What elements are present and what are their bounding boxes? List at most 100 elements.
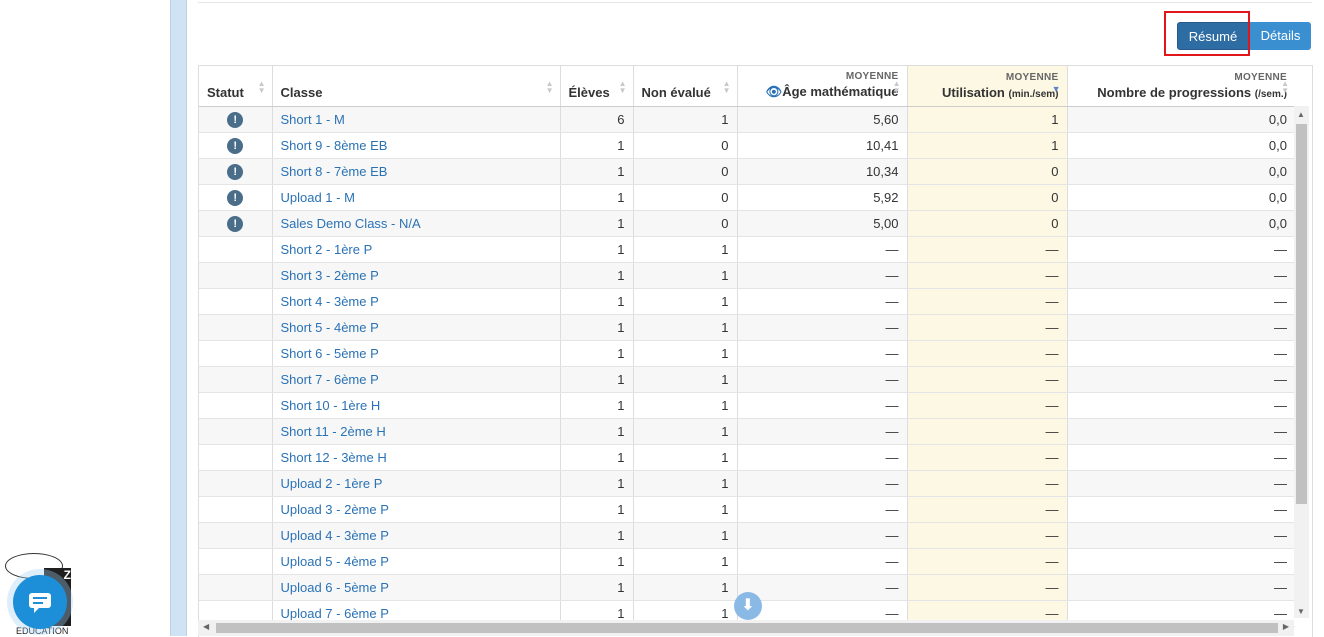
table-row[interactable]: Upload 2 - 1ère P 1 1— — — bbox=[199, 470, 1295, 497]
class-link[interactable]: Upload 2 - 1ère P bbox=[281, 476, 383, 491]
table-row[interactable]: ! Short 8 - 7ème EB 1 0 10,34 0 0,0 bbox=[199, 158, 1295, 185]
class-name-cell: Short 2 - 1ère P bbox=[272, 236, 561, 263]
column-header-age-mathematique[interactable]: MOYENNE 👁Âge mathématique ▲ ▼ bbox=[737, 66, 908, 107]
students-cell: 1 bbox=[560, 158, 634, 185]
table-row[interactable]: Short 7 - 6ème P 1 1— — — bbox=[199, 366, 1295, 393]
table-row[interactable]: Short 10 - 1ère H 1 1— — — bbox=[199, 392, 1295, 419]
usage-cell: — bbox=[907, 574, 1068, 601]
table-row[interactable]: Short 2 - 1ère P 1 1— — — bbox=[199, 236, 1295, 263]
details-button[interactable]: Détails bbox=[1250, 22, 1311, 50]
table-row[interactable]: Upload 3 - 2ème P 1 1— — — bbox=[199, 496, 1295, 523]
table-row[interactable]: Short 4 - 3ème P 1 1— — — bbox=[199, 288, 1295, 315]
class-link[interactable]: Sales Demo Class - N/A bbox=[281, 216, 421, 231]
column-header-statut[interactable]: Statut ▲ ▼ bbox=[199, 66, 273, 107]
not-evaluated-cell: 1 bbox=[633, 574, 738, 601]
class-link[interactable]: Upload 4 - 3ème P bbox=[281, 528, 389, 543]
sort-icon: ▲ ▼ bbox=[618, 79, 627, 95]
class-name-cell: Short 1 - M bbox=[272, 106, 561, 133]
class-link[interactable]: Short 4 - 3ème P bbox=[281, 294, 379, 309]
column-header-non-evalue[interactable]: Non évalué ▲ ▼ bbox=[633, 66, 738, 107]
table-row[interactable]: ! Short 1 - M 6 1 5,60 1 0,0 bbox=[199, 106, 1295, 133]
math-age-cell: — bbox=[737, 418, 908, 445]
math-age-cell: 5,00 bbox=[737, 210, 908, 237]
class-name-cell: Short 4 - 3ème P bbox=[272, 288, 561, 315]
status-cell bbox=[199, 314, 273, 341]
students-cell: 1 bbox=[560, 548, 634, 575]
sort-desc-icon: ▼ bbox=[1051, 84, 1061, 94]
table-row[interactable]: Upload 4 - 3ème P 1 1— — — bbox=[199, 522, 1295, 549]
class-name-cell: Short 10 - 1ère H bbox=[272, 392, 561, 419]
students-cell: 1 bbox=[560, 314, 634, 341]
class-link[interactable]: Short 1 - M bbox=[281, 112, 345, 127]
math-age-cell: — bbox=[737, 392, 908, 419]
math-age-cell: — bbox=[737, 340, 908, 367]
scroll-down-icon[interactable]: ▼ bbox=[1297, 607, 1305, 616]
status-cell: ! bbox=[199, 184, 273, 211]
horizontal-scrollbar[interactable]: ◀ ▶ bbox=[198, 620, 1294, 636]
students-cell: 1 bbox=[560, 444, 634, 471]
table-row[interactable]: Upload 5 - 4ème P 1 1— — — bbox=[199, 548, 1295, 575]
table-row[interactable]: Short 11 - 2ème H 1 1— — — bbox=[199, 418, 1295, 445]
status-cell bbox=[199, 418, 273, 445]
usage-cell: 1 bbox=[907, 132, 1068, 159]
class-link[interactable]: Short 7 - 6ème P bbox=[281, 372, 379, 387]
status-cell bbox=[199, 366, 273, 393]
scroll-up-icon[interactable]: ▲ bbox=[1297, 110, 1305, 119]
table-row[interactable]: ! Short 9 - 8ème EB 1 0 10,41 1 0,0 bbox=[199, 132, 1295, 159]
math-age-cell: — bbox=[737, 496, 908, 523]
class-name-cell: Short 12 - 3ème H bbox=[272, 444, 561, 471]
header-superlabel: MOYENNE bbox=[1234, 71, 1287, 83]
chat-icon[interactable] bbox=[13, 575, 67, 629]
progressions-cell: 0,0 bbox=[1067, 132, 1295, 159]
warning-circle-icon[interactable]: ! bbox=[227, 111, 244, 128]
class-link[interactable]: Short 10 - 1ère H bbox=[281, 398, 381, 413]
scroll-left-icon[interactable]: ◀ bbox=[203, 622, 209, 631]
usage-cell: 0 bbox=[907, 158, 1068, 185]
class-name-cell: Sales Demo Class - N/A bbox=[272, 210, 561, 237]
column-header-eleves[interactable]: Élèves ▲ ▼ bbox=[560, 66, 634, 107]
horizontal-scroll-thumb[interactable] bbox=[216, 623, 1278, 633]
scroll-right-icon[interactable]: ▶ bbox=[1283, 622, 1289, 631]
header-label: Statut bbox=[207, 84, 244, 100]
table-row[interactable]: Short 6 - 5ème P 1 1— — — bbox=[199, 340, 1295, 367]
column-header-classe[interactable]: Classe ▲ ▼ bbox=[272, 66, 561, 107]
students-cell: 1 bbox=[560, 184, 634, 211]
table-row[interactable]: Short 5 - 4ème P 1 1— — — bbox=[199, 314, 1295, 341]
class-link[interactable]: Short 11 - 2ème H bbox=[281, 424, 386, 439]
class-name-cell: Short 7 - 6ème P bbox=[272, 366, 561, 393]
class-link[interactable]: Short 8 - 7ème EB bbox=[281, 164, 388, 179]
table-row[interactable]: ! Sales Demo Class - N/A 1 0 5,00 0 0,0 bbox=[199, 210, 1295, 237]
class-link[interactable]: Short 2 - 1ère P bbox=[281, 242, 373, 257]
math-age-cell: — bbox=[737, 314, 908, 341]
table-row[interactable]: Short 12 - 3ème H 1 1— — — bbox=[199, 444, 1295, 471]
arrow-down-icon[interactable]: ⬇ bbox=[734, 592, 762, 620]
progressions-cell: — bbox=[1067, 366, 1295, 393]
class-link[interactable]: Upload 1 - M bbox=[281, 190, 355, 205]
class-name-cell: Short 5 - 4ème P bbox=[272, 314, 561, 341]
class-link[interactable]: Upload 7 - 6ème P bbox=[281, 606, 389, 621]
class-link[interactable]: Short 6 - 5ème P bbox=[281, 346, 379, 361]
class-link[interactable]: Short 3 - 2ème P bbox=[281, 268, 379, 283]
class-link[interactable]: Short 5 - 4ème P bbox=[281, 320, 379, 335]
table-row[interactable]: ! Upload 1 - M 1 0 5,92 0 0,0 bbox=[199, 184, 1295, 211]
warning-circle-icon[interactable]: ! bbox=[227, 163, 244, 180]
usage-cell: — bbox=[907, 236, 1068, 263]
class-link[interactable]: Short 12 - 3ème H bbox=[281, 450, 387, 465]
class-link[interactable]: Short 9 - 8ème EB bbox=[281, 138, 388, 153]
class-link[interactable]: Upload 3 - 2ème P bbox=[281, 502, 389, 517]
class-name-cell: Upload 2 - 1ère P bbox=[272, 470, 561, 497]
table-row[interactable]: Short 3 - 2ème P 1 1— — — bbox=[199, 262, 1295, 289]
vertical-scroll-thumb[interactable] bbox=[1296, 124, 1307, 504]
divider bbox=[198, 2, 1312, 3]
column-header-progressions[interactable]: MOYENNE Nombre de progressions (/sem.) ▲… bbox=[1067, 66, 1295, 107]
column-header-utilisation[interactable]: MOYENNE Utilisation (min./sem) ▼ bbox=[907, 66, 1068, 107]
class-link[interactable]: Upload 5 - 4ème P bbox=[281, 554, 389, 569]
warning-circle-icon[interactable]: ! bbox=[227, 215, 244, 232]
resume-button[interactable]: Résumé bbox=[1177, 22, 1249, 50]
warning-circle-icon[interactable]: ! bbox=[227, 137, 244, 154]
usage-cell: 1 bbox=[907, 106, 1068, 133]
class-link[interactable]: Upload 6 - 5ème P bbox=[281, 580, 389, 595]
math-age-cell: — bbox=[737, 262, 908, 289]
warning-circle-icon[interactable]: ! bbox=[227, 189, 244, 206]
vertical-scrollbar[interactable]: ▲ ▼ bbox=[1294, 106, 1309, 618]
